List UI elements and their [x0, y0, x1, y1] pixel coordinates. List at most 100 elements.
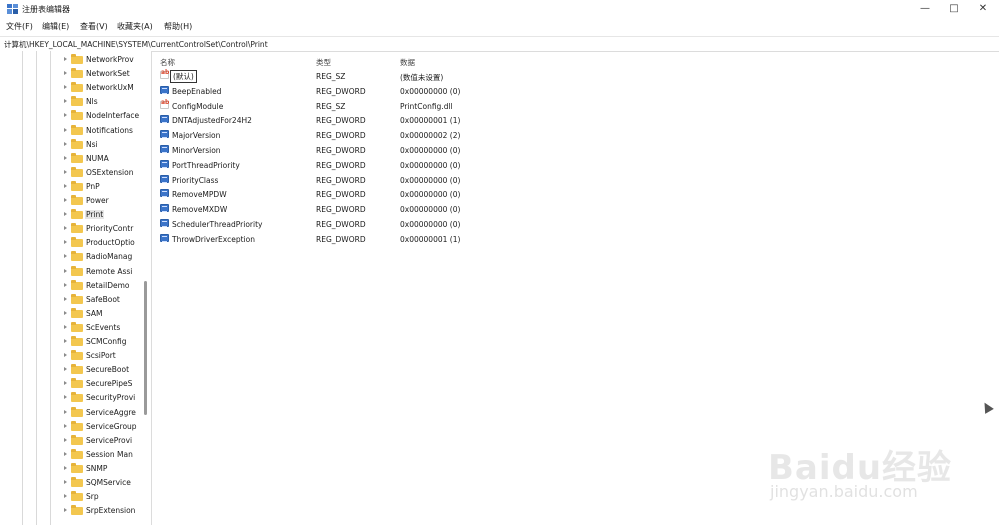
tree-item[interactable]: Session Man	[64, 448, 142, 461]
tree-item[interactable]: SecurePipeS	[64, 378, 142, 390]
expand-arrow-icon[interactable]	[64, 225, 68, 231]
tree-item[interactable]: SrpExtension	[64, 505, 142, 517]
tree-item-label: ServiceAggre	[86, 407, 136, 417]
tree-item[interactable]: Nls	[64, 96, 142, 108]
tree-scroll-thumb[interactable]	[144, 281, 147, 415]
tree-item-label: SAM	[86, 308, 103, 318]
expand-arrow-icon[interactable]	[64, 282, 68, 288]
column-header-type[interactable]: 类型	[316, 57, 331, 68]
tree-item[interactable]: ServiceAggre	[64, 406, 142, 419]
expand-arrow-icon[interactable]	[64, 239, 68, 245]
expand-arrow-icon[interactable]	[64, 70, 68, 76]
table-row[interactable]: ConfigModule REG_SZ PrintConfig.dll	[158, 99, 478, 113]
tree-item[interactable]: SecurityProvi	[64, 392, 142, 404]
table-row[interactable]: MajorVersion REG_DWORD 0x00000002 (2)	[158, 128, 478, 142]
expand-arrow-icon[interactable]	[64, 169, 68, 175]
expand-arrow-icon[interactable]	[64, 253, 68, 259]
expand-arrow-icon[interactable]	[64, 268, 68, 274]
tree-item[interactable]: NetworkUxM	[64, 82, 142, 94]
tree-item[interactable]: Remote Assi	[64, 265, 142, 278]
table-row[interactable]: SchedulerThreadPriority REG_DWORD 0x000000…	[158, 217, 478, 231]
tree-item[interactable]: SQMService	[64, 477, 142, 489]
folder-icon	[71, 434, 83, 445]
expand-arrow-icon[interactable]	[64, 507, 68, 513]
value-type: REG_DWORD	[316, 220, 366, 229]
menu-favorites[interactable]: 收藏夹(A)	[117, 21, 153, 32]
maximize-button[interactable]: □	[943, 2, 965, 16]
tree-item[interactable]: SNMP	[64, 462, 142, 475]
table-row[interactable]: DNTAdjustedFor24H2 REG_DWORD 0x00000001 (1…	[158, 113, 478, 127]
tree-item[interactable]: NodeInterface	[64, 110, 142, 122]
tree-item[interactable]: SAM	[64, 307, 142, 320]
table-row[interactable]: ThrowDriverException REG_DWORD 0x00000001 …	[158, 232, 478, 246]
tree-item[interactable]: ScEvents	[64, 321, 142, 334]
expand-arrow-icon[interactable]	[64, 141, 68, 147]
tree-item[interactable]: SafeBoot	[64, 293, 142, 306]
tree-item[interactable]: NUMA	[64, 152, 142, 165]
tree-item[interactable]: NetworkProv	[64, 54, 142, 66]
menu-view[interactable]: 查看(V)	[80, 21, 108, 32]
table-row[interactable]: RemoveMPDW REG_DWORD 0x00000000 (0)	[158, 187, 478, 201]
tree-item[interactable]: SCMConfig	[64, 336, 142, 348]
expand-arrow-icon[interactable]	[64, 112, 68, 118]
folder-icon	[71, 166, 83, 177]
menu-help[interactable]: 帮助(H)	[164, 21, 192, 32]
table-row[interactable]: PortThreadPriority REG_DWORD 0x00000000 (0…	[158, 158, 478, 172]
expand-arrow-icon[interactable]	[64, 493, 68, 499]
table-row[interactable]: RemoveMXDW REG_DWORD 0x00000000 (0)	[158, 202, 478, 216]
expand-arrow-icon[interactable]	[64, 127, 68, 133]
menu-file[interactable]: 文件(F)	[6, 21, 33, 32]
expand-arrow-icon[interactable]	[64, 183, 68, 189]
expand-arrow-icon[interactable]	[64, 352, 68, 358]
tree-item[interactable]: NetworkSet	[64, 68, 142, 80]
tree-item[interactable]: SecureBoot	[64, 364, 142, 376]
expand-arrow-icon[interactable]	[64, 479, 68, 485]
tree-item[interactable]: PnP	[64, 180, 142, 193]
tree-item[interactable]: OSExtension	[64, 166, 142, 179]
expand-arrow-icon[interactable]	[64, 155, 68, 161]
tree-item[interactable]: PriorityContr	[64, 223, 142, 235]
expand-arrow-icon[interactable]	[64, 451, 68, 457]
close-button[interactable]: ✕	[972, 2, 994, 16]
tree-item[interactable]: ProductOptio	[64, 237, 142, 249]
table-row[interactable]: PriorityClass REG_DWORD 0x00000000 (0)	[158, 173, 478, 187]
tree-item[interactable]: Srp	[64, 491, 142, 503]
table-row[interactable]: (默认) REG_SZ (数值未设置)	[158, 69, 478, 83]
tree-item[interactable]: ScsiPort	[64, 350, 142, 362]
tree-item[interactable]: Power	[64, 195, 142, 207]
value-type: REG_DWORD	[316, 146, 366, 155]
expand-arrow-icon[interactable]	[64, 98, 68, 104]
address-input[interactable]	[4, 38, 994, 50]
expand-arrow-icon[interactable]	[64, 366, 68, 372]
expand-arrow-icon[interactable]	[64, 324, 68, 330]
expand-arrow-icon[interactable]	[64, 84, 68, 90]
table-row[interactable]: MinorVersion REG_DWORD 0x00000000 (0)	[158, 143, 478, 157]
tree-item[interactable]: RadioManag	[64, 251, 142, 263]
column-header-name[interactable]: 名称	[160, 57, 175, 68]
expand-arrow-icon[interactable]	[64, 56, 68, 62]
minimize-button[interactable]: —	[914, 2, 936, 16]
tree-scrollbar[interactable]	[143, 51, 149, 525]
expand-arrow-icon[interactable]	[64, 465, 68, 471]
expand-arrow-icon[interactable]	[64, 409, 68, 415]
tree-item[interactable]: RetailDemo	[64, 279, 142, 292]
tree-item[interactable]: ServiceProvi	[64, 434, 142, 447]
expand-arrow-icon[interactable]	[64, 394, 68, 400]
table-row[interactable]: BeepEnabled REG_DWORD 0x00000000 (0)	[158, 84, 478, 98]
expand-arrow-icon[interactable]	[64, 197, 68, 203]
folder-icon	[71, 96, 83, 107]
column-header-data[interactable]: 数据	[400, 57, 415, 68]
expand-arrow-icon[interactable]	[64, 437, 68, 443]
expand-arrow-icon[interactable]	[64, 380, 68, 386]
expand-arrow-icon[interactable]	[64, 423, 68, 429]
tree-item[interactable]: Nsi	[64, 138, 142, 151]
expand-arrow-icon[interactable]	[64, 211, 68, 217]
expand-arrow-icon[interactable]	[64, 296, 68, 302]
tree-item[interactable]: Notifications	[64, 124, 142, 137]
expand-arrow-icon[interactable]	[64, 338, 68, 344]
menu-edit[interactable]: 编辑(E)	[42, 21, 69, 32]
tree-item[interactable]: ServiceGroup	[64, 420, 142, 433]
expand-arrow-icon[interactable]	[64, 310, 68, 316]
tree-item[interactable]: Print	[64, 209, 142, 221]
value-data: 0x00000000 (0)	[400, 146, 461, 155]
